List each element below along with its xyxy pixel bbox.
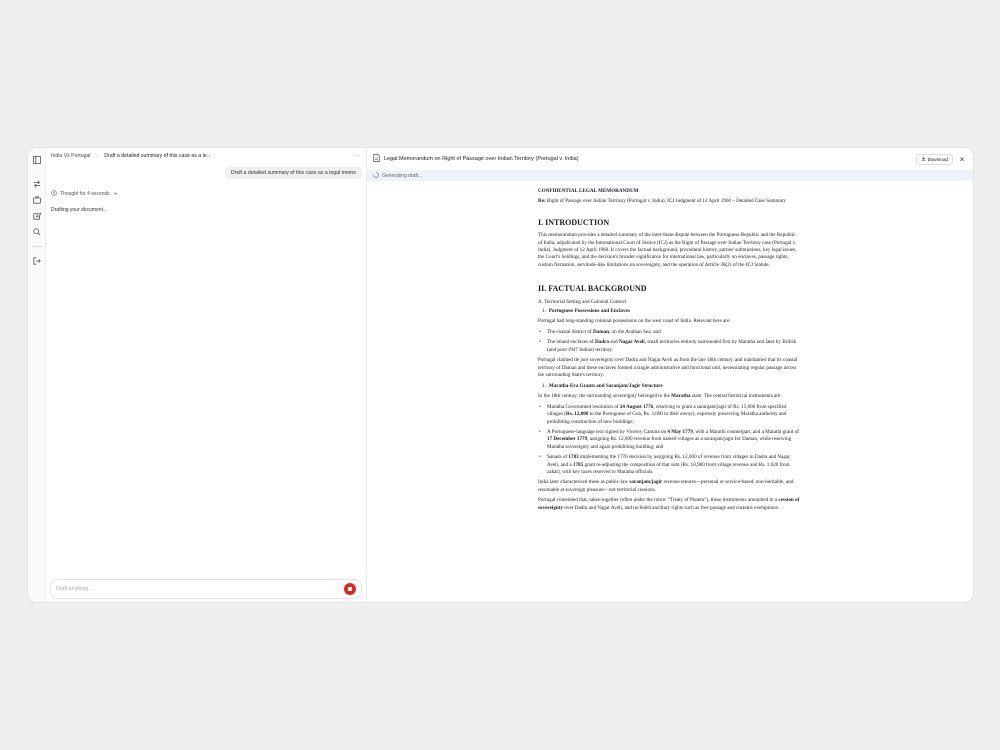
chevron-right-icon: ›	[96, 153, 99, 159]
list-item: The inland enclaves of Dadra and Nagar A…	[539, 339, 800, 354]
draft-input[interactable]	[56, 586, 344, 592]
document-header: Legal Memorandum on Right of Passage ove…	[367, 148, 973, 170]
swap-icon[interactable]	[31, 178, 43, 190]
chat-panel: India Vs Portugal › Draft a detailed sum…	[46, 148, 367, 602]
paragraph: India later characterised these as publi…	[538, 479, 794, 493]
composer	[50, 579, 362, 599]
paragraph: Portugal contended that, taken together …	[538, 497, 800, 511]
chevron-down-icon	[113, 191, 118, 198]
close-icon[interactable]: ×	[957, 155, 967, 164]
stop-button[interactable]	[344, 583, 356, 595]
numbered-heading: 1. Maratha-Era Grants and Saranjam/Jagir …	[542, 382, 663, 389]
section-introduction-body: This memorandum provides a detailed summ…	[538, 232, 797, 268]
generating-banner: Generating draft...	[367, 170, 973, 181]
breadcrumb-thread[interactable]: Draft a detailed summary of this case as…	[104, 153, 211, 159]
list-item: Sanads of 1783 implementing the 1776 dec…	[539, 454, 800, 476]
memo-heading: CONFIDENTIAL LEGAL MEMORANDUM	[538, 188, 639, 194]
logout-icon[interactable]	[31, 255, 43, 267]
download-label: Download	[927, 156, 948, 162]
download-icon	[921, 156, 926, 162]
paragraph: Portugal had long-standing colonial poss…	[538, 318, 731, 325]
list-item: Maratha Government resolution of 24 Augu…	[539, 404, 800, 426]
thought-icon	[51, 190, 57, 198]
app-window: India Vs Portugal › Draft a detailed sum…	[28, 148, 973, 602]
memo-re: Re: Right of Passage over Indian Territo…	[538, 198, 800, 205]
edit-icon[interactable]	[31, 210, 43, 222]
search-icon[interactable]	[31, 226, 43, 238]
section-introduction-title: I. INTRODUCTION	[538, 217, 610, 227]
more-options-button[interactable]: ···	[354, 153, 362, 159]
document-icon	[373, 154, 380, 164]
icon-rail	[28, 148, 46, 602]
list-item: A Portuguese-language text signed by Vic…	[539, 429, 800, 451]
memo-page: CONFIDENTIAL LEGAL MEMORANDUM Re: Right …	[538, 188, 800, 515]
spinner-icon	[373, 171, 379, 180]
document-title: Legal Memorandum on Right of Passage ove…	[384, 156, 579, 162]
breadcrumb: India Vs Portugal › Draft a detailed sum…	[46, 148, 366, 164]
section-factual-title: II. FACTUAL BACKGROUND	[538, 284, 647, 294]
drafting-status: Drafting your document...	[51, 207, 108, 213]
subsection-a: A. Territorial Setting and Colonial Cont…	[538, 298, 627, 305]
briefcase-icon[interactable]	[31, 194, 43, 206]
download-button[interactable]: Download	[915, 153, 953, 165]
breadcrumb-project[interactable]: India Vs Portugal	[51, 153, 91, 159]
bullet-list: The coastal district of Daman, on the Ar…	[538, 329, 800, 354]
thought-label: Thought for 4 seconds	[60, 191, 110, 197]
re-text: Right of Passage over Indian Territory (…	[547, 198, 787, 205]
generating-label: Generating draft...	[382, 172, 423, 179]
user-message: Draft a detailed summary of this case as…	[224, 167, 362, 179]
paragraph: In the 18th century, the surrounding sov…	[538, 393, 782, 400]
stop-icon	[348, 587, 352, 591]
bullet-list: Maratha Government resolution of 24 Augu…	[538, 404, 800, 477]
sidebar-toggle-icon[interactable]	[31, 154, 43, 166]
thought-toggle[interactable]: Thought for 4 seconds	[51, 190, 118, 198]
re-label: Re:	[538, 198, 546, 205]
paragraph: Portugal claimed de jure sovereignty ove…	[538, 357, 798, 379]
document-panel: Legal Memorandum on Right of Passage ove…	[367, 148, 973, 602]
numbered-heading: 1. Portuguese Possessions and Enclaves	[542, 308, 630, 315]
list-item: The coastal district of Daman, on the Ar…	[539, 329, 800, 337]
